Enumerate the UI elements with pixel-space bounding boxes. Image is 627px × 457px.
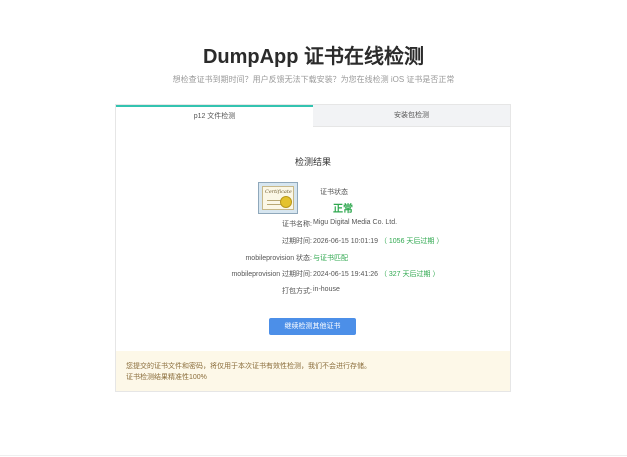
match-status: 与证书匹配 xyxy=(313,255,348,262)
info-row-package-method: 打包方式: in-house xyxy=(116,286,510,298)
tab-package-check[interactable]: 安装包检测 xyxy=(313,105,510,127)
tab-bar: p12 文件检测 安装包检测 xyxy=(116,105,510,127)
info-row-cert-name: 证书名称: Migu Digital Media Co. Ltd. xyxy=(116,219,510,231)
info-key: 证书名称: xyxy=(282,221,312,228)
info-key: mobileprovision 状态: xyxy=(245,255,312,262)
info-value: in-house xyxy=(313,286,340,293)
info-value: Migu Digital Media Co. Ltd. xyxy=(313,219,398,226)
check-other-cert-button[interactable]: 继续检测其他证书 xyxy=(269,318,356,335)
check-card: p12 文件检测 安装包检测 检测结果 Certificate 证书状态 正常 … xyxy=(115,104,511,392)
info-row-expiry: 过期时间: 2026-06-15 10:01:19 （ 1056 天后过期 ） xyxy=(116,236,510,248)
notice-line-1: 您提交的证书文件和密码，将仅用于本次证书有效性检测，我们不会进行存储。 xyxy=(126,363,371,370)
expiry-note: （ 1056 天后过期 ） xyxy=(379,238,444,245)
certificate-script-text: Certificate xyxy=(265,189,292,195)
page-subtitle: 想检查证书到期时间？用户反馈无法下载安装？为您在线检测 iOS 证书是否正常 xyxy=(172,75,455,84)
expiry-note: （ 327 天后过期 ） xyxy=(379,271,440,278)
footer-divider xyxy=(0,455,627,456)
notice-line-2: 证书检测结果精准性100% xyxy=(126,374,207,381)
info-value: 2024-06-15 19:41:26 （ 327 天后过期 ） xyxy=(313,271,440,278)
info-row-mobileprovision-expiry: mobileprovision 过期时间: 2024-06-15 19:41:2… xyxy=(116,269,510,281)
cert-status-label: 证书状态 xyxy=(320,189,348,196)
info-row-mobileprovision-status: mobileprovision 状态: 与证书匹配 xyxy=(116,253,510,265)
tab-p12-file-check[interactable]: p12 文件检测 xyxy=(116,105,313,127)
cert-status-value: 正常 xyxy=(333,204,353,215)
info-value: 2026-06-15 10:01:19 （ 1056 天后过期 ） xyxy=(313,238,444,245)
privacy-notice: 您提交的证书文件和密码，将仅用于本次证书有效性检测，我们不会进行存储。 证书检测… xyxy=(116,351,510,391)
info-key: mobileprovision 过期时间: xyxy=(231,271,312,278)
result-title: 检测结果 xyxy=(294,157,331,167)
certificate-icon: Certificate xyxy=(258,182,298,214)
info-value: 与证书匹配 xyxy=(313,253,348,263)
info-key: 打包方式: xyxy=(282,288,312,295)
info-key: 过期时间: xyxy=(282,238,312,245)
seal-icon xyxy=(280,196,292,208)
page-title: DumpApp 证书在线检测 xyxy=(202,46,425,68)
